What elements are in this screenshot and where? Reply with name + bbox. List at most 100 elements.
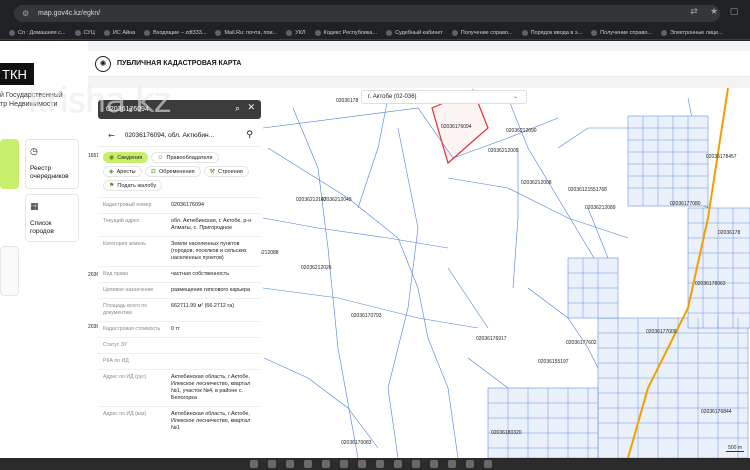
- tab-svedeniya[interactable]: ◉ Сведения: [103, 152, 149, 163]
- parcel-label[interactable]: 02036212043: [321, 197, 352, 203]
- parcel-label[interactable]: 02036155197: [538, 359, 569, 365]
- taskbar-app-icon[interactable]: [268, 460, 276, 468]
- users-icon: ☺: [157, 154, 164, 161]
- bookmark-item[interactable]: Получение справо...: [451, 29, 513, 36]
- bookmark-item[interactable]: СУЦ: [74, 29, 95, 36]
- parcel-label[interactable]: 02036212005: [488, 148, 519, 154]
- tab-stroeniya[interactable]: ⚒ Строения: [203, 166, 249, 177]
- extensions-icon[interactable]: ▢: [728, 6, 740, 18]
- bookmark-item[interactable]: Mail.Ru: почта, пои...: [215, 29, 277, 36]
- info-row-key: Адрес по ИД (каз): [103, 411, 147, 417]
- sidebar-tile-reestr[interactable]: ◷ Реестр очередников: [25, 139, 79, 189]
- parcel-label[interactable]: 02036176094: [441, 124, 472, 130]
- info-row-key: Категория земель: [103, 241, 146, 247]
- taskbar-app-icon[interactable]: [322, 460, 330, 468]
- url-omnibox[interactable]: ⚙ map.gov4c.kz/egkn/: [14, 5, 720, 22]
- emblem-icon: ✺: [95, 55, 111, 72]
- site-logo[interactable]: ТКН: [0, 63, 34, 85]
- url-text[interactable]: map.gov4c.kz/egkn/: [38, 10, 100, 17]
- info-row-value: 0 тг: [171, 326, 180, 332]
- search-bar[interactable]: 02036176094 ⌕ ✕: [98, 100, 261, 119]
- close-icon[interactable]: ✕: [247, 103, 255, 113]
- info-row-key: Кадастровый номер: [103, 202, 152, 208]
- taskbar-app-icon[interactable]: [358, 460, 366, 468]
- parcel-label[interactable]: 02036212026: [301, 265, 332, 271]
- search-icon[interactable]: ⌕: [235, 104, 240, 114]
- tab-obremeneniya[interactable]: ⚖ Обременения: [144, 166, 201, 177]
- sidebar-tile-other[interactable]: [0, 246, 19, 296]
- taskbar-app-icon[interactable]: [394, 460, 402, 468]
- bookmark-item[interactable]: Судебный кабинет: [386, 29, 443, 36]
- parcel-label[interactable]: 02036178: [336, 98, 358, 104]
- tab-pravoobladateli[interactable]: ☺ Правообладатели: [151, 152, 219, 163]
- taskbar-app-icon[interactable]: [412, 460, 420, 468]
- map-title: ПУБЛИЧНАЯ КАДАСТРОВАЯ КАРТА: [117, 60, 242, 67]
- parcel-label[interactable]: 02036170083: [341, 440, 372, 446]
- bookmark-star-icon[interactable]: ★: [708, 6, 720, 18]
- sidebar-tile-spisok[interactable]: ▦ Список городов: [25, 194, 79, 242]
- bookmark-favicon-icon: [103, 29, 110, 36]
- parcel-label[interactable]: 02036177080: [670, 201, 701, 207]
- taskbar-app-icon[interactable]: [304, 460, 312, 468]
- parcel-label[interactable]: 02036178063: [695, 281, 726, 287]
- parcel-label[interactable]: 02036177009: [646, 329, 677, 335]
- parcel-label[interactable]: 02036178457: [706, 154, 737, 160]
- parcel-label[interactable]: 02036176844: [701, 409, 732, 415]
- taskbar-app-icon[interactable]: [250, 460, 258, 468]
- parcel-label[interactable]: 02036212008: [521, 180, 552, 186]
- taskbar-app-icon[interactable]: [448, 460, 456, 468]
- info-row: Текущий адрес обл. Актюбинская, г. Актобе…: [98, 213, 261, 236]
- page-content: ТКН й Государственный тр Недвижимости ◷ …: [0, 41, 750, 458]
- region-select[interactable]: г. Актобе (02-036) ⌄: [361, 90, 527, 104]
- bookmark-favicon-icon: [215, 29, 222, 36]
- info-row-value: Актюбинская область, г.Актобе, Илекское …: [171, 374, 251, 401]
- info-rows: Кадастровый номер 02036176094 Текущий адр…: [98, 197, 261, 436]
- bookmark-item[interactable]: Входящие – zdt333...: [144, 29, 206, 36]
- info-row-value: Земли населенных пунктов (городов, посел…: [171, 241, 247, 261]
- sidebar-tile-active[interactable]: [0, 139, 19, 189]
- bookmark-item[interactable]: Электронные лице...: [661, 29, 723, 36]
- taskbar-app-icon[interactable]: [466, 460, 474, 468]
- parcel-label[interactable]: 02036121551768: [568, 187, 607, 193]
- taskbar-app-icon[interactable]: [340, 460, 348, 468]
- hammer-icon: ⚒: [209, 169, 215, 175]
- info-row-key: Площадь всего по документам: [103, 303, 147, 316]
- info-row-value: Актюбинская область, г.Актобе, Илекское …: [171, 411, 251, 431]
- bookmark-item[interactable]: УКЛ: [286, 29, 306, 36]
- back-arrow-icon[interactable]: ←: [108, 131, 115, 140]
- site-subtitle: й Государственный тр Недвижимости: [0, 92, 63, 108]
- info-row: Адрес по ИД (каз) Актюбинская область, г.…: [98, 406, 261, 436]
- bookmark-item[interactable]: ИС Айна: [103, 29, 135, 36]
- location-pin-icon[interactable]: ⚲: [246, 130, 253, 140]
- parcel-label[interactable]: 02036177602: [566, 340, 597, 346]
- browser-address-bar: ⚙ map.gov4c.kz/egkn/ ⇄ ★ ▢: [0, 0, 750, 26]
- info-row-value: 662711.99 м² (66.2712 га): [171, 303, 234, 309]
- bookmark-item[interactable]: Порядок ввода в э...: [521, 29, 582, 36]
- info-row-key: Статус ЗУ: [103, 342, 128, 348]
- tab-aresty[interactable]: ◈ Аресты: [103, 166, 142, 177]
- parcel-label[interactable]: 02036170793: [351, 313, 382, 319]
- parcel-label[interactable]: 02036178: [718, 230, 740, 236]
- parcel-label[interactable]: 02036212089: [585, 205, 616, 211]
- taskbar-app-icon[interactable]: [430, 460, 438, 468]
- info-row-value: 02036176094: [171, 202, 204, 208]
- parcel-label[interactable]: 02036180320: [491, 430, 522, 436]
- search-input[interactable]: 02036176094: [106, 106, 149, 113]
- bookmark-item[interactable]: Получение справо...: [591, 29, 652, 36]
- taskbar-app-icon[interactable]: [484, 460, 492, 468]
- parcel-label[interactable]: 02036212090: [506, 128, 537, 134]
- tab-podat-zhalobu[interactable]: ⚑ Подать жалобу: [103, 180, 163, 191]
- info-row-key: Целевое назначение: [103, 287, 154, 293]
- lock-icon: ◈: [109, 169, 114, 175]
- taskbar-app-icon[interactable]: [286, 460, 294, 468]
- info-row-key: Вид права: [103, 271, 128, 277]
- os-taskbar: [0, 458, 750, 470]
- bookmark-item[interactable]: Сп : Домашняя с...: [9, 29, 66, 36]
- info-row: Статус ЗУ: [98, 337, 261, 353]
- taskbar-app-icon[interactable]: [376, 460, 384, 468]
- site-info-icon[interactable]: ⚙: [22, 9, 32, 19]
- bookmark-item[interactable]: Кодекс Республика...: [314, 29, 377, 36]
- info-row-key: Текущий адрес: [103, 218, 140, 224]
- translate-icon[interactable]: ⇄: [688, 6, 700, 18]
- parcel-label[interactable]: 02036176917: [476, 336, 507, 342]
